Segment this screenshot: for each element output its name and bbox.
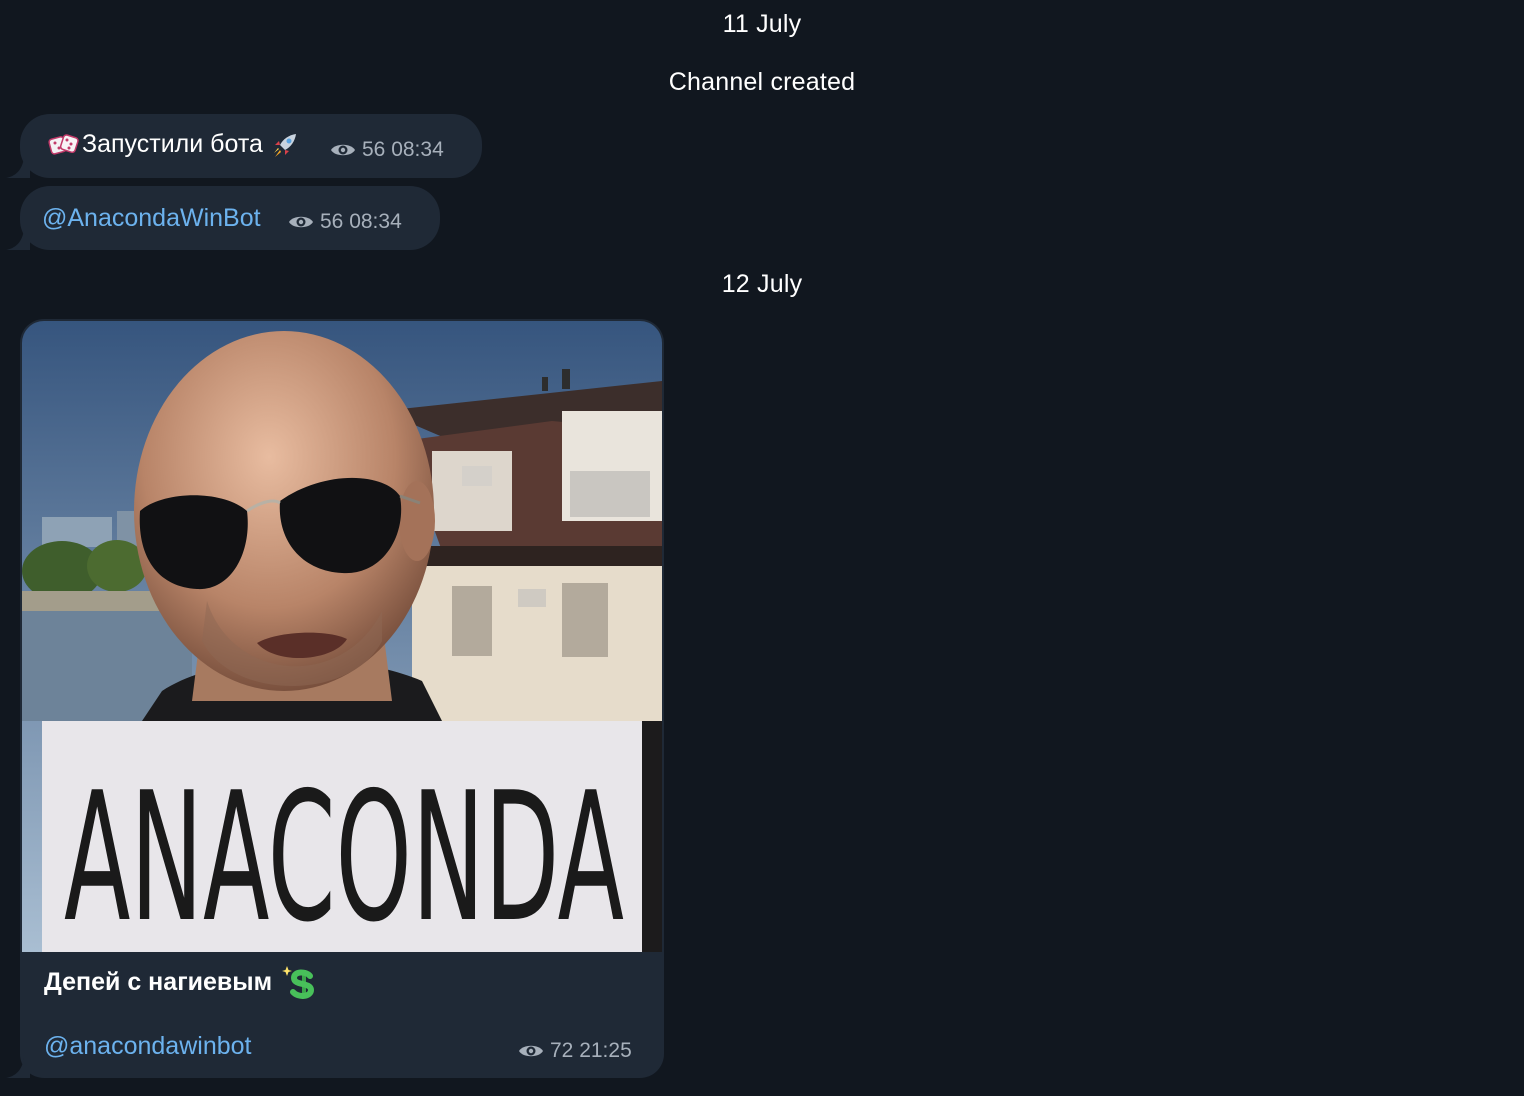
message-body-1: Запустили бота: [82, 130, 263, 158]
message-time-2: 08:34: [349, 210, 402, 233]
photo-image: ANACONDA: [22, 321, 662, 952]
views-icon: [289, 216, 313, 228]
message-bubble-2[interactable]: @AnacondaWinBot 56 08:34: [6, 186, 440, 250]
date-separator-12-july: 12 July: [721, 270, 803, 298]
dollar-icon: [282, 966, 315, 999]
message-time-1: 08:34: [391, 138, 444, 161]
views-count-3: 72: [550, 1039, 574, 1062]
views-count-2: 56: [320, 210, 344, 233]
caption-text: Депей с нагиевым: [44, 967, 273, 996]
message-text-1: Запустили бота: [48, 130, 299, 159]
message-time-3: 21:25: [579, 1039, 632, 1062]
bubble-tail-icon: [6, 158, 30, 178]
bot-link-1[interactable]: @AnacondaWinBot: [42, 204, 261, 233]
dice-icon: [48, 133, 79, 155]
channel-created-notice: Channel created: [668, 68, 856, 96]
sign-text: ANACONDA: [64, 754, 624, 952]
views-icon: [331, 144, 355, 156]
views-icon: [519, 1045, 543, 1057]
bubble-tail-icon: [6, 230, 30, 250]
chat-history[interactable]: 11 July Channel created Запустили бота 5…: [0, 0, 1524, 1096]
bubble-tail-icon: [6, 1058, 30, 1078]
post-photo[interactable]: ANACONDA: [22, 321, 662, 952]
message-bubble-1[interactable]: Запустили бота 56 08:34: [6, 114, 482, 178]
message-meta-2: 56 08:34: [288, 210, 402, 234]
date-separator-11-july: 11 July: [722, 10, 802, 38]
message-meta-3: 72 21:25: [518, 1039, 632, 1063]
message-meta-1: 56 08:34: [330, 138, 444, 162]
rocket-icon: [273, 133, 296, 157]
views-count-1: 56: [362, 138, 386, 161]
bot-link-2[interactable]: @anacondawinbot: [44, 1032, 251, 1061]
post-caption: Депей с нагиевым: [44, 964, 315, 1000]
